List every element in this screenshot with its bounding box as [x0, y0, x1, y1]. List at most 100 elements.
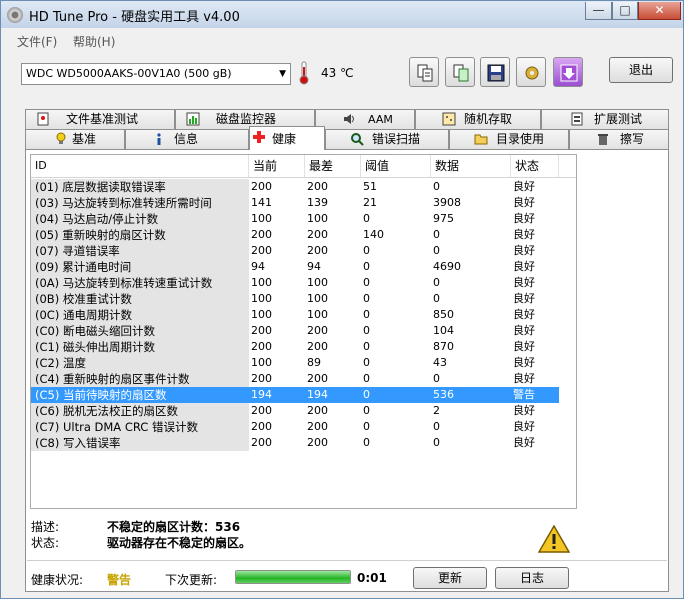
table-row[interactable]: (C8) 写入错误率 200 200 0 0 良好	[31, 435, 576, 451]
col-current[interactable]: 当前	[249, 155, 305, 177]
refresh-button[interactable]: 更新	[413, 567, 487, 589]
cell-worst: 200	[307, 228, 328, 241]
drive-select[interactable]: WDC WD5000AAKS-00V1A0 (500 gB) ▼	[21, 63, 291, 85]
exit-button[interactable]: 退出	[609, 57, 673, 83]
cell-data: 43	[433, 356, 447, 369]
table-row[interactable]: (04) 马达启动/停止计数 100 100 0 975 良好	[31, 211, 576, 227]
table-row[interactable]: (C2) 温度 100 89 0 43 良好	[31, 355, 576, 371]
tab-label: 健康	[272, 132, 297, 146]
tab-benchmark[interactable]: 基准	[25, 129, 125, 149]
cell-threshold: 0	[363, 420, 370, 433]
cell-current: 100	[251, 292, 272, 305]
tab-label: 基准	[72, 132, 97, 146]
state-value: 驱动器存在不稳定的扇区。	[107, 536, 252, 550]
tab-error-scan[interactable]: 错误扫描	[325, 129, 449, 149]
table-row[interactable]: (0B) 校准重试计数 100 100 0 0 良好	[31, 291, 576, 307]
tab-random-access[interactable]: 随机存取	[415, 109, 541, 129]
maximize-button[interactable]: □	[612, 2, 638, 20]
options-button[interactable]	[516, 57, 546, 87]
tabs-bottom: 基准 信息 健康 错误扫描 目录使用 擦写	[25, 126, 669, 150]
table-row[interactable]: (01) 底层数据读取错误率 200 200 51 0 良好	[31, 179, 576, 195]
cell-threshold: 0	[363, 324, 370, 337]
table-row[interactable]: (C5) 当前待映射的扇区数 194 194 0 536 警告	[31, 387, 576, 403]
tab-folder-usage[interactable]: 目录使用	[449, 129, 569, 149]
download-button[interactable]	[553, 57, 583, 87]
table-row[interactable]: (05) 重新映射的扇区计数 200 200 140 0 良好	[31, 227, 576, 243]
tab-aam[interactable]: AAM	[315, 109, 415, 129]
copy-info-button[interactable]	[409, 57, 439, 87]
minimize-button[interactable]: —	[585, 2, 612, 20]
title-bar[interactable]: HD Tune Pro - 硬盘实用工具 v4.00 — □ ✕	[1, 1, 683, 28]
cell-threshold: 0	[363, 292, 370, 305]
cell-status: 警告	[511, 387, 559, 403]
arrow-down-icon	[560, 64, 578, 82]
main-window: HD Tune Pro - 硬盘实用工具 v4.00 — □ ✕ 文件(F) 帮…	[0, 0, 684, 599]
table-row[interactable]: (C7) Ultra DMA CRC 错误计数 200 200 0 0 良好	[31, 419, 576, 435]
table-row[interactable]: (0C) 通电周期计数 100 100 0 850 良好	[31, 307, 576, 323]
save-button[interactable]	[480, 57, 510, 87]
smart-table[interactable]: ID 当前 最差 阈值 数据 状态 (01) 底层数据读取错误率 200 200 51…	[30, 154, 577, 509]
grid-icon	[442, 112, 456, 126]
drive-select-value: WDC WD5000AAKS-00V1A0 (500 gB)	[26, 67, 232, 80]
cell-data: 3908	[433, 196, 461, 209]
cell-data: 104	[433, 324, 454, 337]
cell-id: (0C) 通电周期计数	[31, 307, 249, 323]
tab-info[interactable]: 信息	[125, 129, 249, 149]
table-row[interactable]: (C1) 磁头伸出周期计数 200 200 0 870 良好	[31, 339, 576, 355]
col-worst[interactable]: 最差	[305, 155, 361, 177]
table-row[interactable]: (C4) 重新映射的扇区事件计数 200 200 0 0 良好	[31, 371, 576, 387]
copy-screenshot-button[interactable]	[445, 57, 475, 87]
progress-fill	[236, 571, 350, 583]
menu-help[interactable]: 帮助(H)	[73, 33, 115, 50]
cell-threshold: 0	[363, 404, 370, 417]
table-row[interactable]: (09) 累计通电时间 94 94 0 4690 良好	[31, 259, 576, 275]
menu-bar: 文件(F) 帮助(H)	[1, 29, 683, 51]
tab-health[interactable]: 健康	[249, 126, 325, 150]
warning-icon	[538, 525, 570, 553]
cell-data: 4690	[433, 260, 461, 273]
close-button[interactable]: ✕	[638, 2, 681, 20]
tab-extended-tests[interactable]: 扩展测试	[541, 109, 669, 129]
cell-current: 200	[251, 340, 272, 353]
tab-label: 信息	[174, 132, 199, 146]
cell-worst: 200	[307, 324, 328, 337]
table-row[interactable]: (C0) 断电磁头缩回计数 200 200 0 104 良好	[31, 323, 576, 339]
col-threshold[interactable]: 阈值	[361, 155, 431, 177]
cell-threshold: 0	[363, 244, 370, 257]
cell-status: 良好	[513, 356, 535, 369]
cell-current: 94	[251, 260, 265, 273]
cell-current: 200	[251, 420, 272, 433]
bar-chart-icon	[186, 112, 200, 126]
col-data[interactable]: 数据	[431, 155, 511, 177]
temperature-value: 43 ℃	[321, 66, 354, 80]
menu-file[interactable]: 文件(F)	[17, 33, 57, 50]
table-row[interactable]: (03) 马达旋转到标准转速所需时间 141 139 21 3908 良好	[31, 195, 576, 211]
col-status[interactable]: 状态	[511, 155, 559, 177]
cell-threshold: 0	[363, 436, 370, 449]
table-row[interactable]: (0A) 马达旋转到标准转速重试计数 100 100 0 0 良好	[31, 275, 576, 291]
cell-id: (0B) 校准重试计数	[31, 291, 249, 307]
window-title: HD Tune Pro - 硬盘实用工具 v4.00	[29, 10, 240, 25]
table-row[interactable]: (07) 寻道错误率 200 200 0 0 良好	[31, 243, 576, 259]
cell-status: 良好	[513, 276, 535, 289]
state-label: 状态:	[31, 536, 60, 550]
cell-id: (04) 马达启动/停止计数	[31, 211, 249, 227]
cell-worst: 200	[307, 340, 328, 353]
col-id[interactable]: ID	[31, 155, 249, 177]
speaker-icon	[344, 114, 354, 124]
cell-id: (C5) 当前待映射的扇区数	[31, 387, 249, 403]
report-icon	[571, 112, 583, 126]
log-button[interactable]: 日志	[495, 567, 569, 589]
cell-id: (09) 累计通电时间	[31, 259, 249, 275]
toolbar: WDC WD5000AAKS-00V1A0 (500 gB) ▼ 43 ℃ 退出	[11, 53, 675, 95]
wrench-icon	[525, 66, 539, 80]
table-row[interactable]: (C6) 脱机无法校正的扇区数 200 200 0 2 良好	[31, 403, 576, 419]
cell-status: 良好	[513, 404, 535, 417]
cell-current: 200	[251, 244, 272, 257]
cell-status: 良好	[513, 372, 535, 385]
cell-threshold: 0	[363, 212, 370, 225]
tab-file-benchmark[interactable]: 文件基准测试	[25, 109, 175, 129]
tab-label: 扩展测试	[594, 112, 643, 126]
tab-erase[interactable]: 擦写	[569, 129, 669, 149]
health-status-label: 健康状况:	[31, 573, 84, 587]
